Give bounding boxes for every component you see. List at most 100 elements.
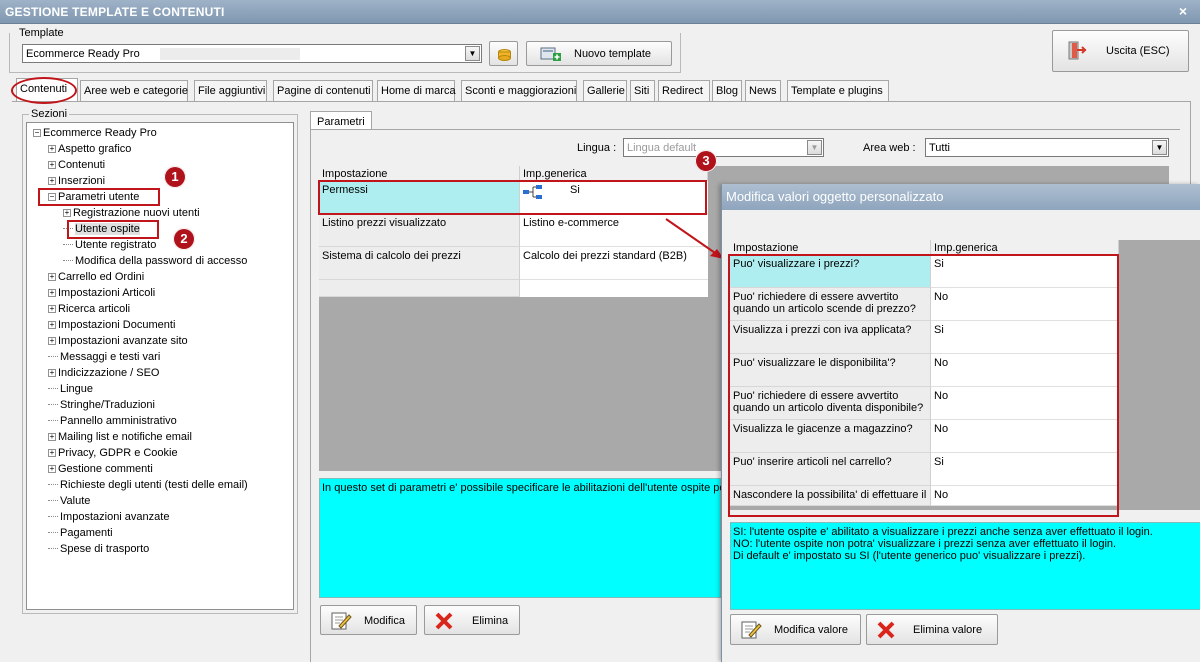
tree-item[interactable]: Pagamenti xyxy=(48,526,113,540)
param-left-border xyxy=(310,129,311,662)
exit-button[interactable]: Uscita (ESC) xyxy=(1052,30,1189,72)
tab-label: Gallerie xyxy=(587,85,625,97)
new-template-button[interactable]: Nuovo template xyxy=(526,41,672,66)
tree-item[interactable]: + Aspetto grafico xyxy=(48,142,131,156)
tree-item[interactable]: + Impostazioni Articoli xyxy=(48,286,155,300)
tree-item[interactable]: Impostazioni avanzate xyxy=(48,510,169,524)
delete-x-icon xyxy=(435,612,453,630)
callout-1: 1 xyxy=(164,166,186,188)
window-title: GESTIONE TEMPLATE E CONTENUTI xyxy=(5,5,225,19)
tab-label: Siti xyxy=(634,85,650,97)
tree-item[interactable]: Modifica della password di accesso xyxy=(63,254,247,268)
tab-label: Aree web e categorie xyxy=(84,85,188,97)
tree-item[interactable]: Utente registrato xyxy=(63,238,156,252)
tab-label: Redirect xyxy=(662,85,703,97)
edit-pencil-icon xyxy=(741,621,762,639)
tree-item[interactable]: + Impostazioni Documenti xyxy=(48,318,175,332)
col-header[interactable]: Impostazione xyxy=(730,240,931,255)
tab-redirect[interactable]: Redirect xyxy=(658,80,710,101)
tab-gallerie[interactable]: Gallerie xyxy=(583,80,627,101)
chevron-down-icon[interactable]: ▼ xyxy=(807,140,822,155)
col-header[interactable]: Imp.generica xyxy=(520,166,708,181)
tab-label: Blog xyxy=(716,85,739,97)
lingua-value: Lingua default xyxy=(627,142,697,154)
tree-item[interactable]: + Impostazioni avanzate sito xyxy=(48,334,188,348)
window-titlebar: GESTIONE TEMPLATE E CONTENUTI × xyxy=(0,0,1200,24)
tab-label: Parametri xyxy=(317,116,365,128)
tab-label: Template e plugins xyxy=(791,85,883,97)
template-select-value: Ecommerce Ready Pro xyxy=(26,48,140,60)
highlight-permessi xyxy=(318,180,707,215)
col-header[interactable]: Impostazione xyxy=(319,166,520,181)
dialog-title: Modifica valori oggetto personalizzato xyxy=(722,184,1200,210)
tab-pagine-contenuti[interactable]: Pagine di contenuti xyxy=(273,80,373,101)
tree-item[interactable]: + Carrello ed Ordini xyxy=(48,270,144,284)
tab-file-aggiuntivi[interactable]: File aggiuntivi xyxy=(194,80,267,101)
delete-value-label: Elimina valore xyxy=(913,624,983,636)
tree-root[interactable]: − Ecommerce Ready Pro xyxy=(33,126,157,140)
chevron-down-icon[interactable]: ▼ xyxy=(465,46,480,61)
edit-value-label: Modifica valore xyxy=(774,624,848,636)
row-name[interactable]: Sistema di calcolo dei prezzi xyxy=(319,247,520,280)
tree-item[interactable]: + Privacy, GDPR e Cookie xyxy=(48,446,178,460)
tab-sconti[interactable]: Sconti e maggiorazioni xyxy=(461,80,577,101)
edit-label: Modifica xyxy=(364,615,405,627)
tree-item[interactable]: Stringhe/Traduzioni xyxy=(48,398,155,412)
delete-value-button[interactable]: Elimina valore xyxy=(866,614,998,645)
exit-label: Uscita (ESC) xyxy=(1106,45,1170,57)
edit-value-button[interactable]: Modifica valore xyxy=(730,614,861,645)
close-icon[interactable]: × xyxy=(1174,3,1192,20)
area-web-value: Tutti xyxy=(929,142,950,154)
tab-label: Sconti e maggiorazioni xyxy=(465,85,577,97)
delete-button[interactable]: Elimina xyxy=(424,605,520,635)
tab-news[interactable]: News xyxy=(745,80,781,101)
tab-home-marca[interactable]: Home di marca xyxy=(377,80,456,101)
tree-item[interactable]: + Contenuti xyxy=(48,158,105,172)
tree-item[interactable]: Pannello amministrativo xyxy=(48,414,177,428)
lingua-select[interactable]: Lingua default ▼ xyxy=(623,138,824,157)
custom-object-dialog: Modifica valori oggetto personalizzato I… xyxy=(721,184,1200,662)
dialog-info-box: SI: l'utente ospite e' abilitato a visua… xyxy=(730,522,1200,610)
tab-aree-web[interactable]: Aree web e categorie xyxy=(80,80,188,101)
template-select-masked xyxy=(160,48,300,60)
template-select[interactable]: Ecommerce Ready Pro ▼ xyxy=(22,44,482,63)
tab-blog[interactable]: Blog xyxy=(712,80,742,101)
tree-item[interactable]: + Ricerca articoli xyxy=(48,302,130,316)
tree-item[interactable]: Messaggi e testi vari xyxy=(48,350,160,364)
tree-item[interactable]: Spese di trasporto xyxy=(48,542,149,556)
tree-item[interactable]: Lingue xyxy=(48,382,93,396)
template-label: Template xyxy=(19,27,64,39)
callout-2: 2 xyxy=(173,228,195,250)
tab-label: News xyxy=(749,85,777,97)
exit-door-icon xyxy=(1068,41,1087,60)
tree-item[interactable]: + Mailing list e notifiche email xyxy=(48,430,192,444)
tree-item[interactable]: Richieste degli utenti (testi delle emai… xyxy=(48,478,248,492)
folder-icon xyxy=(498,49,511,61)
tab-parametri[interactable]: Parametri xyxy=(310,111,372,130)
tab-template-plugins[interactable]: Template e plugins xyxy=(787,80,889,101)
sections-label: Sezioni xyxy=(29,108,70,120)
edit-pencil-icon xyxy=(331,612,352,630)
param-divider xyxy=(310,129,1180,130)
callout-arrow-icon xyxy=(665,218,724,259)
highlight-utente-ospite xyxy=(67,220,159,239)
tab-label: Home di marca xyxy=(381,85,456,97)
folder-button[interactable] xyxy=(489,41,518,66)
tree-item[interactable]: + Indicizzazione / SEO xyxy=(48,366,160,380)
tree-item[interactable]: + Gestione commenti xyxy=(48,462,153,476)
delete-x-icon xyxy=(877,621,895,639)
tab-label: Pagine di contenuti xyxy=(277,85,371,97)
col-header[interactable]: Imp.generica xyxy=(931,240,1119,255)
tree-item[interactable]: + Inserzioni xyxy=(48,174,105,188)
dialog-info-line: SI: l'utente ospite e' abilitato a visua… xyxy=(733,526,1153,538)
tab-siti[interactable]: Siti xyxy=(630,80,655,101)
edit-button[interactable]: Modifica xyxy=(320,605,417,635)
tree-item[interactable]: + Registrazione nuovi utenti xyxy=(63,206,200,220)
area-web-select[interactable]: Tutti ▼ xyxy=(925,138,1169,157)
new-template-icon xyxy=(540,47,561,61)
highlight-parametri-utente xyxy=(38,188,160,206)
chevron-down-icon[interactable]: ▼ xyxy=(1152,140,1167,155)
tree-item[interactable]: Valute xyxy=(48,494,90,508)
new-template-label: Nuovo template xyxy=(574,48,652,60)
row-name[interactable]: Listino prezzi visualizzato xyxy=(319,214,520,247)
